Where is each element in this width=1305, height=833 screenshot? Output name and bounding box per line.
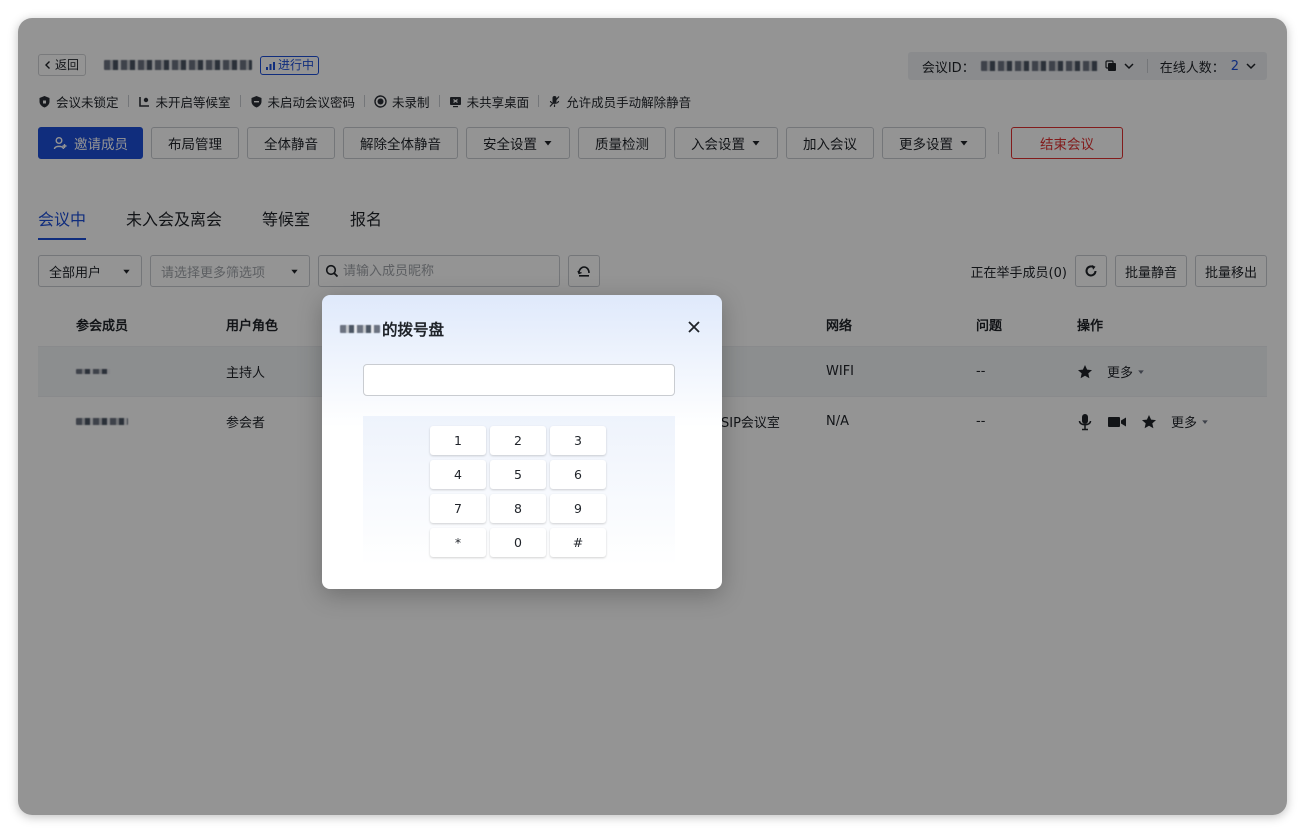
dial-key-0[interactable]: 0 bbox=[490, 528, 546, 557]
dialog-title-text: 的拨号盘 bbox=[382, 321, 445, 339]
dial-key-8[interactable]: 8 bbox=[490, 494, 546, 523]
close-icon[interactable] bbox=[686, 319, 702, 335]
dialpad-dialog: 的拨号盘 1 2 3 4 5 6 7 8 9 * 0 # bbox=[322, 295, 722, 589]
dial-number-input[interactable] bbox=[363, 364, 675, 396]
dial-key-1[interactable]: 1 bbox=[430, 426, 486, 455]
keypad: 1 2 3 4 5 6 7 8 9 * 0 # bbox=[430, 426, 606, 557]
meeting-console-window: 返回 进行中 会议ID： 在线人数： 2 会议未锁定 未开启等候室 未启动会议密… bbox=[18, 18, 1287, 815]
dial-key-star[interactable]: * bbox=[430, 528, 486, 557]
keypad-area: 1 2 3 4 5 6 7 8 9 * 0 # bbox=[363, 416, 675, 566]
dial-key-9[interactable]: 9 bbox=[550, 494, 606, 523]
dial-key-hash[interactable]: # bbox=[550, 528, 606, 557]
dial-key-5[interactable]: 5 bbox=[490, 460, 546, 489]
dial-key-4[interactable]: 4 bbox=[430, 460, 486, 489]
dial-key-7[interactable]: 7 bbox=[430, 494, 486, 523]
dial-key-3[interactable]: 3 bbox=[550, 426, 606, 455]
dialog-title: 的拨号盘 bbox=[340, 318, 444, 340]
dial-key-6[interactable]: 6 bbox=[550, 460, 606, 489]
member-name-redacted bbox=[340, 325, 380, 333]
dial-key-2[interactable]: 2 bbox=[490, 426, 546, 455]
